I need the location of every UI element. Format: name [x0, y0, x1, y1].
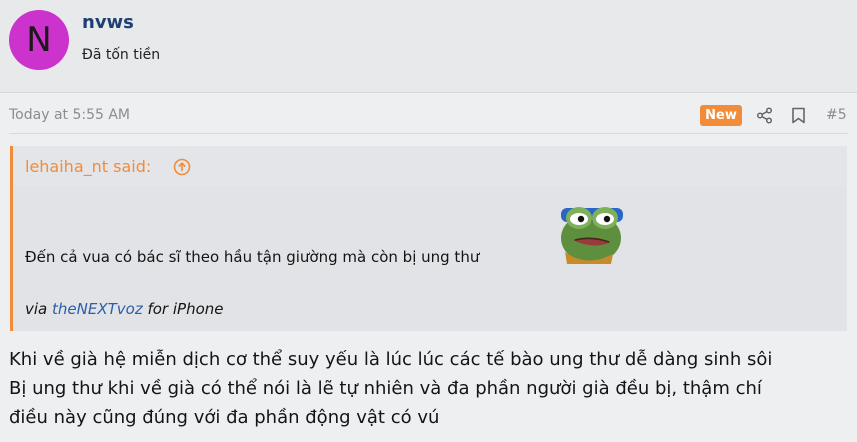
- user-title: Đã tốn tiền: [82, 47, 161, 63]
- quote-author-link[interactable]: lehaiha_nt said:: [25, 157, 151, 176]
- post-body: Khi về già hệ miễn dịch cơ thể suy yếu l…: [9, 345, 854, 432]
- post-body-line: điều này cũng đúng với đa phần động vật …: [9, 407, 440, 428]
- via-prefix: via: [25, 300, 53, 318]
- arrow-up-circle-icon[interactable]: [173, 158, 191, 176]
- post-number-link[interactable]: #5: [826, 107, 847, 123]
- quote-block: lehaiha_nt said: Đến cả vua có bác sĩ th…: [10, 146, 847, 331]
- bookmark-icon[interactable]: [791, 107, 806, 124]
- app-link[interactable]: theNEXTvoz: [52, 300, 143, 318]
- quote-signature: via theNEXTvoz for iPhone: [25, 300, 224, 318]
- post-meta-bar: Today at 5:55 AM New #5: [0, 93, 857, 133]
- share-icon[interactable]: [756, 107, 773, 124]
- quote-header: lehaiha_nt said:: [13, 146, 847, 186]
- post-body-line: Khi về già hệ miễn dịch cơ thể suy yếu l…: [9, 349, 773, 370]
- username-link[interactable]: nvws: [82, 12, 134, 33]
- avatar[interactable]: N: [9, 10, 69, 70]
- pepe-frog-sticker: [561, 207, 623, 264]
- via-suffix: for iPhone: [142, 300, 224, 318]
- divider: [9, 133, 848, 134]
- new-badge: New: [700, 105, 742, 126]
- user-header: N nvws Đã tốn tiền: [0, 0, 857, 93]
- quote-text: Đến cả vua có bác sĩ theo hầu tận giường…: [25, 248, 480, 266]
- post-body-line: Bị ung thư khi về già có thể nói là lẽ t…: [9, 378, 762, 399]
- post-timestamp[interactable]: Today at 5:55 AM: [9, 107, 130, 123]
